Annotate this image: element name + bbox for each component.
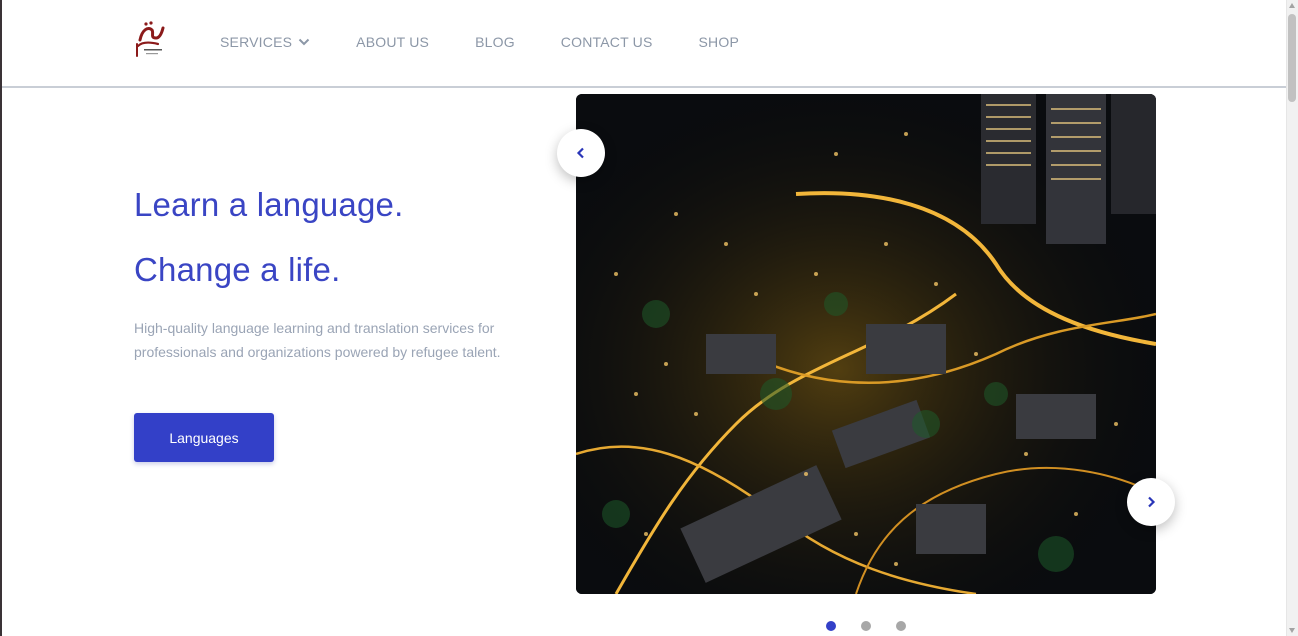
carousel-dot-1[interactable] [826,621,836,631]
scroll-up-arrow-icon[interactable] [1289,3,1295,8]
chevron-right-icon [1148,496,1156,508]
site-logo[interactable] [132,18,168,60]
site-header: SERVICES ABOUT US BLOG CONTACT US SHOP [2,0,1286,88]
languages-button[interactable]: Languages [134,413,274,462]
nav-services-label: SERVICES [220,34,293,50]
nav-shop[interactable]: SHOP [699,34,739,50]
chevron-left-icon [576,147,584,159]
hero-headline-line1: Learn a language. [134,186,404,223]
hero-description: High-quality language learning and trans… [134,320,501,360]
scroll-down-arrow-icon[interactable] [1289,628,1295,633]
nav-contact-us[interactable]: CONTACT US [561,34,653,50]
city-night-image [576,94,1156,594]
main-nav: SERVICES ABOUT US BLOG CONTACT US SHOP [220,34,785,50]
carousel-dot-3[interactable] [896,621,906,631]
page-scrollbar[interactable] [1286,0,1298,636]
window-edge [0,0,2,636]
nav-about-us[interactable]: ABOUT US [356,34,429,50]
scroll-thumb[interactable] [1288,14,1296,102]
carousel-next-button[interactable] [1127,478,1175,526]
hero-headline-line2: Change a life. [134,251,341,288]
carousel-slide-image [576,94,1156,594]
carousel-pagination [826,621,931,631]
carousel-dot-2[interactable] [861,621,871,631]
nav-blog[interactable]: BLOG [475,34,515,50]
chevron-down-icon [298,38,310,46]
carousel-prev-button[interactable] [557,129,605,177]
nav-services[interactable]: SERVICES [220,34,310,50]
